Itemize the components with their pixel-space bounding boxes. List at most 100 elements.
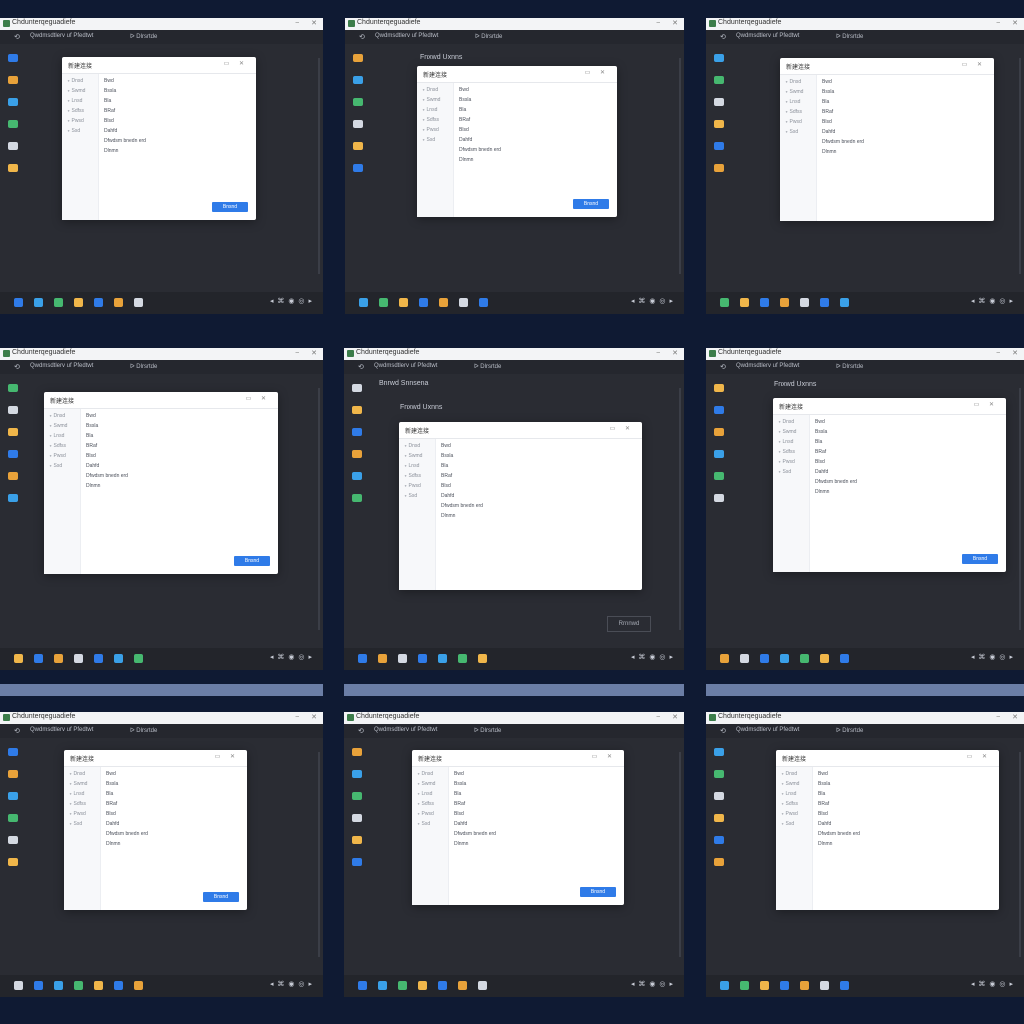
dialog-controls[interactable]: ▭ ✕ [592, 753, 616, 760]
taskbar-app-icon[interactable] [720, 654, 729, 663]
sidebar-app-icon[interactable] [714, 406, 724, 414]
option-item[interactable]: Bssla [106, 781, 243, 787]
nav-item[interactable]: ∘ Ssd [404, 493, 435, 499]
taskbar-app-icon[interactable] [54, 654, 63, 663]
taskbar-app-icon[interactable] [74, 298, 83, 307]
taskbar-app-icon[interactable] [780, 654, 789, 663]
option-item[interactable]: Dahfd [106, 821, 243, 827]
minimize-icon[interactable]: ⎯ [997, 713, 1001, 721]
dialog-controls[interactable]: ▭ ✕ [585, 69, 609, 76]
taskbar-app-icon[interactable] [780, 298, 789, 307]
sidebar-app-icon[interactable] [352, 858, 362, 866]
sidebar-app-icon[interactable] [8, 836, 18, 844]
option-item[interactable]: Dlnmn [818, 841, 995, 847]
scrollbar[interactable] [679, 58, 681, 274]
nav-item[interactable]: ∘ Sdfss [422, 117, 453, 123]
option-item[interactable]: Bssla [104, 88, 252, 94]
taskbar-app-icon[interactable] [740, 654, 749, 663]
option-item[interactable]: Bwd [441, 443, 638, 449]
sidebar-app-icon[interactable] [714, 142, 724, 150]
taskbar-app-icon[interactable] [840, 298, 849, 307]
option-item[interactable]: Bla [454, 791, 620, 797]
option-item[interactable]: Dahfd [441, 493, 638, 499]
taskbar-app-icon[interactable] [14, 298, 23, 307]
nav-item[interactable]: ∘ Dnsd [404, 443, 435, 449]
sidebar-app-icon[interactable] [714, 428, 724, 436]
taskbar-app-icon[interactable] [438, 981, 447, 990]
sidebar-app-icon[interactable] [8, 428, 18, 436]
taskbar-app-icon[interactable] [54, 298, 63, 307]
nav-item[interactable]: ∘ Swmd [785, 89, 816, 95]
nav-item[interactable]: ∘ Ssd [778, 469, 809, 475]
option-item[interactable]: Blsd [822, 119, 990, 125]
taskbar-app-icon[interactable] [479, 298, 488, 307]
option-item[interactable]: Bssla [86, 423, 274, 429]
sidebar-app-icon[interactable] [352, 814, 362, 822]
nav-item[interactable]: ∘ Lnsd [67, 98, 98, 104]
taskbar-app-icon[interactable] [740, 981, 749, 990]
nav-item[interactable]: ∘ Sdfss [67, 108, 98, 114]
nav-item[interactable]: ∘ Pwsd [422, 127, 453, 133]
sidebar-app-icon[interactable] [714, 384, 724, 392]
taskbar-app-icon[interactable] [398, 654, 407, 663]
option-item[interactable]: Dlnmn [815, 489, 1002, 495]
breadcrumb[interactable]: Qwdmsdtlerv uf Pfedtwt [736, 33, 799, 39]
nav-item[interactable]: ∘ Swmd [778, 429, 809, 435]
nav-item[interactable]: ∘ Swmd [422, 97, 453, 103]
back-icon[interactable]: ⟲ [14, 727, 20, 735]
sidebar-app-icon[interactable] [714, 76, 724, 84]
close-icon[interactable]: ✕ [311, 349, 317, 357]
option-item[interactable]: Dfwdsm bnedn erd [454, 831, 620, 837]
option-item[interactable]: Dahfd [822, 129, 990, 135]
sidebar-app-icon[interactable] [714, 858, 724, 866]
nav-item[interactable]: ∘ Pwsd [67, 118, 98, 124]
option-item[interactable]: BRaf [106, 801, 243, 807]
taskbar-app-icon[interactable] [820, 654, 829, 663]
taskbar-app-icon[interactable] [14, 981, 23, 990]
nav-item[interactable]: ∘ Lnsd [49, 433, 80, 439]
back-icon[interactable]: ⟲ [14, 33, 20, 41]
tab-label[interactable]: ᐅ Dlrsrtde [475, 33, 502, 40]
option-item[interactable]: Bla [104, 98, 252, 104]
option-item[interactable]: Dfwdsm bnedn erd [104, 138, 252, 144]
option-item[interactable]: Dlnmn [822, 149, 990, 155]
taskbar-app-icon[interactable] [458, 654, 467, 663]
sidebar-app-icon[interactable] [714, 836, 724, 844]
close-icon[interactable]: ✕ [672, 19, 678, 27]
scrollbar[interactable] [1019, 752, 1021, 957]
option-item[interactable]: Dlnmn [459, 157, 613, 163]
minimize-icon[interactable]: ⎯ [657, 19, 661, 27]
taskbar-app-icon[interactable] [34, 654, 43, 663]
back-icon[interactable]: ⟲ [358, 363, 364, 371]
breadcrumb[interactable]: Qwdmsdtlerv uf Pfedtwt [375, 33, 438, 39]
taskbar-app-icon[interactable] [114, 981, 123, 990]
scrollbar[interactable] [1019, 388, 1021, 630]
nav-item[interactable]: ∘ Ssd [781, 821, 812, 827]
scrollbar[interactable] [679, 388, 681, 630]
sidebar-app-icon[interactable] [353, 54, 363, 62]
nav-item[interactable]: ∘ Dnsd [67, 78, 98, 84]
option-item[interactable]: Blsd [441, 483, 638, 489]
back-icon[interactable]: ⟲ [720, 363, 726, 371]
option-item[interactable]: Blsd [459, 127, 613, 133]
option-item[interactable]: Bla [818, 791, 995, 797]
back-icon[interactable]: ⟲ [358, 727, 364, 735]
taskbar-app-icon[interactable] [438, 654, 447, 663]
taskbar-app-icon[interactable] [134, 298, 143, 307]
option-item[interactable]: Dlnmn [106, 841, 243, 847]
nav-item[interactable]: ∘ Pwsd [778, 459, 809, 465]
nav-item[interactable]: ∘ Pwsd [69, 811, 100, 817]
nav-item[interactable]: ∘ Dnsd [778, 419, 809, 425]
minimize-icon[interactable]: ⎯ [296, 713, 300, 721]
tab-label[interactable]: ᐅ Dlrsrtde [836, 33, 863, 40]
ok-button[interactable]: Bnsnd [580, 887, 616, 897]
sidebar-app-icon[interactable] [8, 494, 18, 502]
taskbar-app-icon[interactable] [740, 298, 749, 307]
close-icon[interactable]: ✕ [311, 19, 317, 27]
tray-icons[interactable]: ◂ ⌘ ◉ ◎ ▸ [971, 653, 1014, 661]
close-icon[interactable]: ✕ [1012, 19, 1018, 27]
taskbar-app-icon[interactable] [94, 298, 103, 307]
sidebar-app-icon[interactable] [353, 120, 363, 128]
dialog-controls[interactable]: ▭ ✕ [974, 401, 998, 408]
taskbar-app-icon[interactable] [14, 654, 23, 663]
